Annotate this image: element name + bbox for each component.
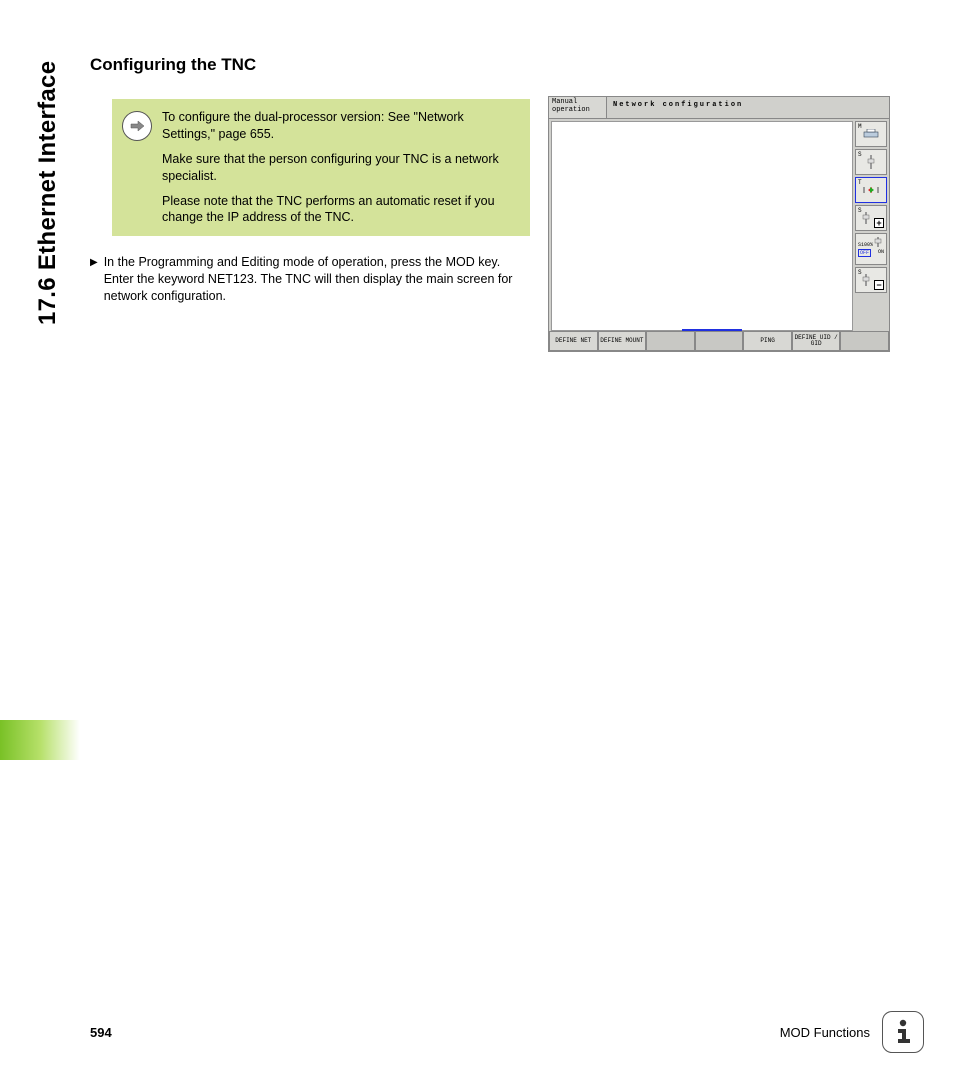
scr-right-panel: M S T S + S100% OFF ON: [855, 119, 889, 331]
slider-icon: [874, 237, 882, 247]
scr-mode-label: Manual operation: [549, 97, 607, 119]
step-1: ▶ In the Programming and Editing mode of…: [90, 254, 530, 305]
scr-btn-s-plus[interactable]: S +: [855, 205, 887, 231]
softkey-empty-7: [840, 331, 889, 351]
note-para-2: Make sure that the person configuring yo…: [162, 151, 518, 185]
scr-btn-s100[interactable]: S100% OFF ON: [855, 233, 887, 265]
tool-change-icon: [861, 185, 881, 195]
softkey-ping[interactable]: PING: [743, 331, 792, 351]
printer-icon: [862, 129, 880, 139]
heading: Configuring the TNC: [90, 55, 530, 75]
softkey-define-uid-gid[interactable]: DEFINE UID / GID: [792, 331, 841, 351]
scr-off-label: OFF: [858, 249, 871, 257]
scr-btn-s1-label: S: [858, 151, 862, 158]
note-text: To configure the dual-processor version:…: [162, 109, 518, 226]
info-icon: [882, 1011, 924, 1053]
page-footer: 594 MOD Functions: [90, 1011, 924, 1053]
step-marker-icon: ▶: [90, 254, 98, 305]
main-content: Configuring the TNC To configure the dua…: [90, 55, 530, 305]
slider-icon: [862, 212, 870, 224]
footer-section: MOD Functions: [780, 1025, 870, 1040]
arrow-right-icon: [122, 111, 152, 141]
slider-icon: [867, 155, 875, 169]
softkey-define-net[interactable]: DEFINE NET: [549, 331, 598, 351]
scr-btn-m-label: M: [858, 123, 862, 130]
side-section-title: 17.6 Ethernet Interface: [34, 61, 62, 325]
scr-btn-m[interactable]: M: [855, 121, 887, 147]
scr-on-label: ON: [878, 249, 884, 257]
note-box: To configure the dual-processor version:…: [112, 99, 530, 236]
step-text: In the Programming and Editing mode of o…: [104, 254, 530, 305]
decorative-stripe: [0, 720, 80, 760]
note-para-3: Please note that the TNC performs an aut…: [162, 193, 518, 227]
slider-icon: [862, 274, 870, 286]
scr-btn-t-label: T: [858, 179, 862, 186]
softkey-empty-3: [646, 331, 695, 351]
scr-title: Network configuration: [607, 97, 889, 119]
softkey-empty-4: [695, 331, 744, 351]
note-para-1: To configure the dual-processor version:…: [162, 109, 518, 143]
page-number: 594: [90, 1025, 112, 1040]
minus-icon: −: [874, 280, 884, 290]
scr-softkey-row: DEFINE NET DEFINE MOUNT PING DEFINE UID …: [549, 331, 889, 351]
scr-btn-s-minus[interactable]: S −: [855, 267, 887, 293]
plus-icon: +: [874, 218, 884, 228]
scr-highlight-bar: [682, 329, 742, 331]
softkey-define-mount[interactable]: DEFINE MOUNT: [598, 331, 647, 351]
tnc-screenshot: Manual operation Network configuration M…: [548, 96, 890, 352]
scr-btn-s1[interactable]: S: [855, 149, 887, 175]
scr-btn-t[interactable]: T: [855, 177, 887, 203]
scr-main-area: [551, 121, 853, 331]
